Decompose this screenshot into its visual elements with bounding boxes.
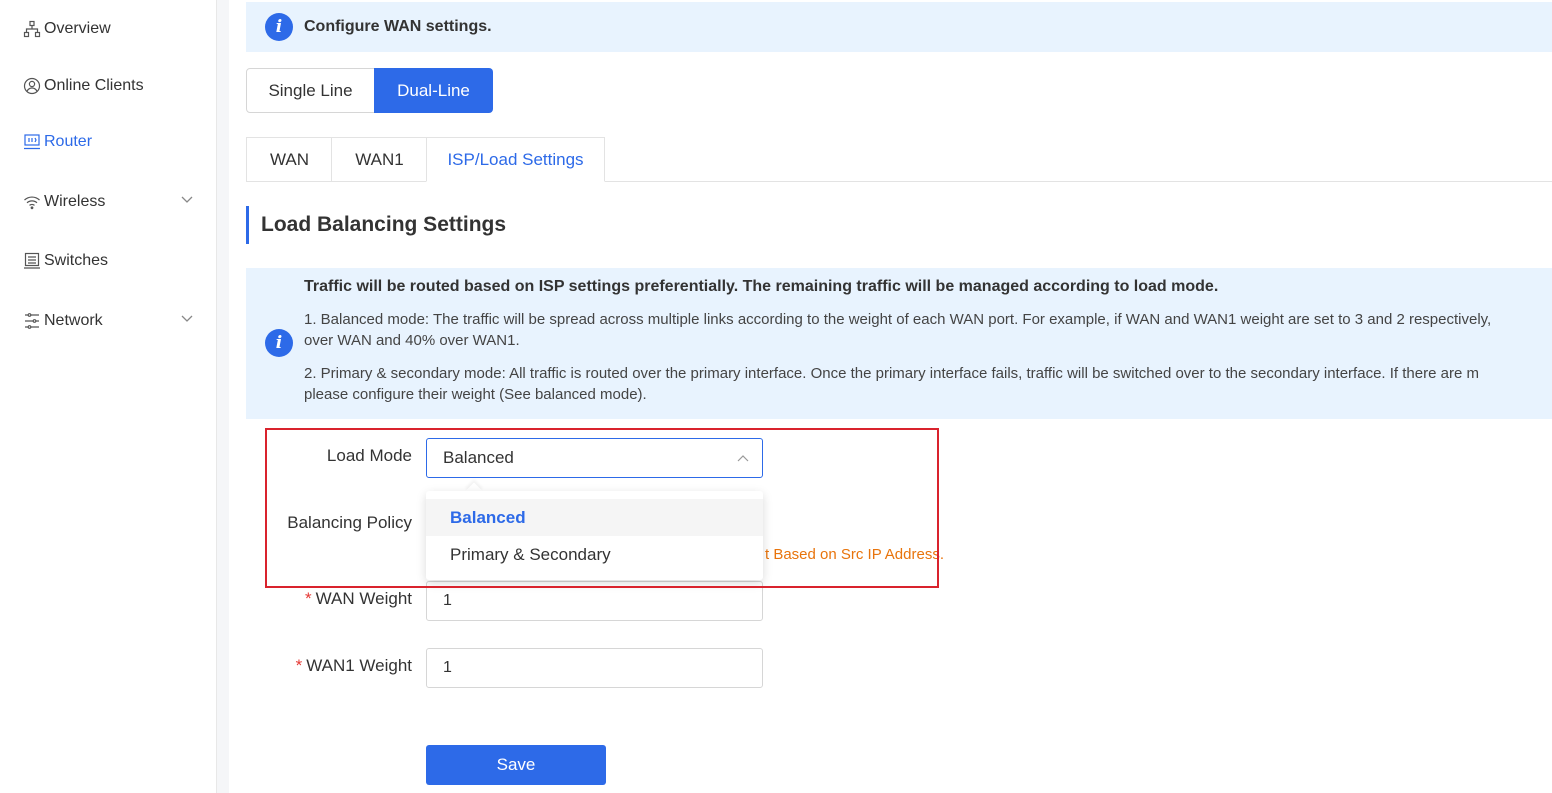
info-line-2b: over WAN and 40% over WAN1.	[304, 332, 520, 349]
sitemap-icon	[22, 19, 42, 39]
router-icon	[22, 132, 42, 152]
sidebar-item-label: Wireless	[44, 193, 106, 210]
sidebar-item-online-clients[interactable]: Online Clients	[22, 74, 144, 98]
info-line-3b: please configure their weight (See balan…	[304, 386, 647, 403]
chevron-down-icon[interactable]	[180, 311, 194, 325]
sidebar-item-switches[interactable]: Switches	[22, 249, 108, 273]
dual-line-button[interactable]: Dual-Line	[374, 68, 493, 113]
sidebar-item-overview[interactable]: Overview	[22, 17, 111, 41]
load-mode-label: Load Mode	[326, 446, 412, 465]
chevron-down-icon[interactable]	[180, 192, 194, 206]
sidebar-item-router[interactable]: Router	[22, 130, 92, 154]
load-balancing-info: i Traffic will be routed based on ISP se…	[246, 268, 1552, 419]
load-mode-value: Balanced	[443, 448, 514, 467]
load-mode-dropdown: Balanced Primary & Secondary	[426, 491, 763, 580]
banner-text: Configure WAN settings.	[304, 18, 492, 35]
network-icon	[22, 311, 42, 331]
save-button[interactable]: Save	[426, 745, 606, 785]
wan1-weight-input[interactable]: 1	[426, 648, 763, 688]
wifi-icon	[22, 192, 42, 212]
info-line-1: Traffic will be routed based on ISP sett…	[304, 278, 1219, 295]
option-balanced[interactable]: Balanced	[426, 499, 763, 536]
balancing-policy-hint: t Based on Src IP Address.	[765, 546, 944, 563]
sidebar-item-network[interactable]: Network	[22, 309, 103, 333]
wan-weight-value: 1	[443, 592, 452, 609]
wan1-weight-label: * WAN1 Weight	[229, 656, 412, 676]
sidebar-item-label: Router	[44, 133, 93, 150]
wan1-weight-label-text: WAN1 Weight	[306, 656, 412, 675]
info-icon: i	[265, 329, 293, 357]
sidebar-item-label: Online Clients	[44, 77, 144, 94]
sidebar: Overview Online Clients Router Wireless …	[0, 0, 217, 793]
tab-wan[interactable]: WAN	[246, 137, 332, 182]
info-line-3a: 2. Primary & secondary mode: All traffic…	[304, 365, 1479, 382]
sidebar-item-label: Overview	[44, 20, 111, 37]
section-title: Load Balancing Settings	[246, 206, 506, 244]
option-primary-secondary[interactable]: Primary & Secondary	[426, 536, 763, 573]
sidebar-item-wireless[interactable]: Wireless	[22, 190, 105, 214]
info-icon: i	[265, 13, 293, 41]
required-mark: *	[305, 589, 312, 608]
chevron-up-icon	[737, 455, 749, 462]
wan-weight-label-text: WAN Weight	[315, 589, 412, 608]
wan-weight-input[interactable]: 1	[426, 581, 763, 621]
sidebar-item-label: Network	[44, 312, 103, 329]
balancing-policy-label: Balancing Policy	[287, 513, 412, 532]
user-circle-icon	[22, 76, 42, 96]
single-line-button[interactable]: Single Line	[246, 68, 375, 113]
sidebar-gutter	[217, 0, 229, 793]
wan1-weight-value: 1	[443, 659, 452, 676]
info-line-2a: 1. Balanced mode: The traffic will be sp…	[304, 311, 1492, 328]
switch-icon	[22, 251, 42, 271]
wan-weight-label: * WAN Weight	[229, 589, 412, 609]
load-mode-select[interactable]: Balanced	[426, 438, 763, 478]
main-content: i Configure WAN settings. Single Line Du…	[229, 0, 1552, 793]
sidebar-item-label: Switches	[44, 252, 109, 269]
required-mark: *	[295, 656, 303, 675]
tab-wan1[interactable]: WAN1	[331, 137, 427, 182]
info-banner: i Configure WAN settings.	[246, 2, 1552, 52]
tab-isp-load-settings[interactable]: ISP/Load Settings	[426, 137, 605, 182]
